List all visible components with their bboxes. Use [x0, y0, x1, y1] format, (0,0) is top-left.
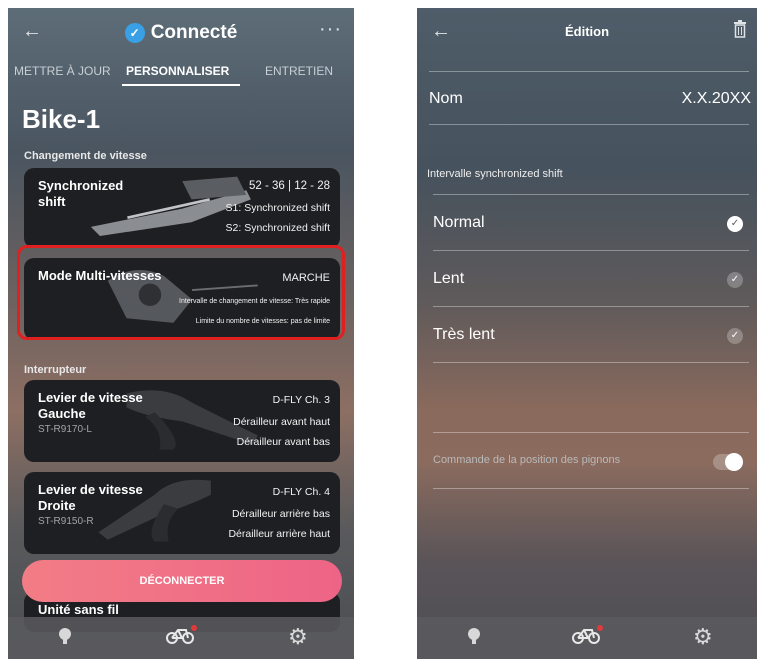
gear-icon[interactable]: ⚙ — [288, 624, 308, 650]
connection-title: Connecté — [150, 22, 238, 43]
section-switch: Interrupteur — [24, 364, 87, 376]
option-label: Lent — [433, 270, 465, 287]
dfly-channel: D-FLY Ch. 4 — [272, 486, 330, 498]
gear-ratio: 52 - 36 | 12 - 28 — [249, 180, 330, 192]
connection-status: ✓ Connecté — [8, 22, 354, 44]
toggle-knob — [725, 453, 743, 471]
trash-icon[interactable] — [733, 20, 747, 43]
button-function-1: Dérailleur avant haut — [233, 416, 330, 428]
divider — [433, 432, 749, 433]
tab-maintenance[interactable]: ENTRETIEN — [265, 64, 333, 78]
interval-header: Intervalle synchronized shift — [427, 168, 563, 180]
top-bar: ← ✓ Connecté ··· — [8, 8, 354, 60]
unselected-check-icon: ✓ — [727, 272, 743, 288]
notification-dot — [597, 625, 603, 631]
s2-setting: S2: Synchronized shift — [225, 222, 330, 234]
personalize-screen: ← ✓ Connecté ··· METTRE À JOUR PERSONNALI… — [8, 8, 354, 659]
tab-bar: METTRE À JOUR PERSONNALISER ENTRETIEN — [8, 64, 354, 86]
bike-icon[interactable] — [572, 625, 600, 650]
lever-model: ST-R9170-L — [38, 424, 92, 435]
card-title: Levier de vitesse Gauche — [38, 390, 143, 421]
button-function-1: Dérailleur arrière bas — [231, 508, 330, 520]
bottom-nav: ⚙ — [8, 617, 354, 659]
divider — [433, 306, 749, 307]
divider — [433, 250, 749, 251]
divider — [433, 194, 749, 195]
name-label: Nom — [429, 90, 463, 107]
button-function-2: Dérailleur arrière haut — [228, 528, 330, 540]
button-function-2: Dérailleur avant bas — [236, 436, 330, 448]
option-label: Très lent — [433, 326, 495, 343]
selected-check-icon: ✓ — [727, 216, 743, 232]
s1-setting: S1: Synchronized shift — [225, 202, 330, 214]
lightbulb-icon[interactable] — [467, 627, 481, 652]
option-label: Normal — [433, 214, 485, 231]
active-tab-indicator — [122, 84, 240, 86]
card-title: Synchronized shift — [38, 178, 124, 209]
gear-icon[interactable]: ⚙ — [693, 624, 713, 650]
sprocket-control-label: Commande de la position des pignons — [433, 454, 621, 466]
connected-check-icon: ✓ — [124, 23, 145, 43]
synchronized-shift-card[interactable]: Synchronized shift 52 - 36 | 12 - 28 S1:… — [24, 168, 340, 248]
divider — [433, 362, 749, 363]
right-lever-card[interactable]: Levier de vitesse Droite ST-R9150-R D-FLY… — [24, 472, 340, 554]
disconnect-button[interactable]: DÉCONNECTER — [22, 560, 342, 602]
tab-update[interactable]: METTRE À JOUR — [14, 64, 111, 78]
edit-title: Édition — [564, 24, 610, 39]
unselected-check-icon: ✓ — [727, 328, 743, 344]
card-title: Levier de vitesse Droite — [38, 482, 143, 513]
section-shift: Changement de vitesse — [24, 150, 147, 162]
lightbulb-icon[interactable] — [58, 627, 72, 652]
name-value[interactable]: X.X.20XX — [682, 90, 751, 108]
divider — [429, 71, 749, 72]
left-lever-card[interactable]: Levier de vitesse Gauche ST-R9170-L D-FLY… — [24, 380, 340, 462]
bike-icon[interactable] — [166, 625, 194, 650]
more-options-icon[interactable]: ··· — [319, 18, 342, 41]
divider — [433, 488, 749, 489]
bike-name: Bike-1 — [22, 104, 101, 134]
notification-dot — [191, 625, 197, 631]
bottom-nav: ⚙ — [417, 617, 757, 659]
dfly-channel: D-FLY Ch. 3 — [272, 394, 330, 406]
tab-customize[interactable]: PERSONNALISER — [126, 64, 229, 78]
divider — [429, 124, 749, 125]
sprocket-control-toggle[interactable] — [713, 453, 743, 471]
highlight-box — [17, 245, 345, 340]
edit-screen: ← Édition Nom X.X.20XX Intervalle synchr… — [417, 8, 757, 659]
lever-model: ST-R9150-R — [38, 516, 94, 527]
card-title: Unité sans fil — [38, 602, 119, 617]
